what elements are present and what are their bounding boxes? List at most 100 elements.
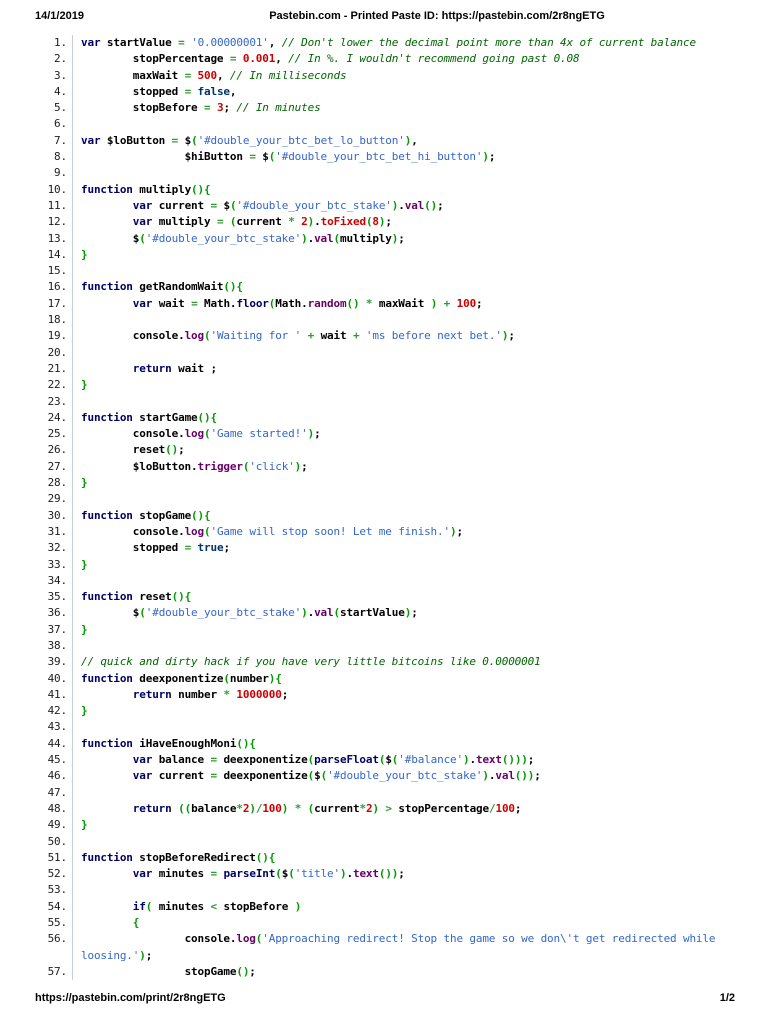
code-line: 2. stopPercentage = 0.001, // In %. I wo… <box>35 51 768 68</box>
code-line: 23. <box>35 393 768 410</box>
line-number: 2. <box>35 51 73 68</box>
code-line: 18. <box>35 312 768 329</box>
code-line: 56. console.log('Approaching redirect! S… <box>35 931 768 948</box>
line-number: 32. <box>35 540 73 557</box>
code-line: 9. <box>35 165 768 182</box>
line-number: 52. <box>35 866 73 883</box>
code-text: return number * 1000000; <box>132 687 289 701</box>
code-line: 30. function stopGame(){ <box>35 507 768 524</box>
code-text: var $loButton = $('#double_your_btc_bet_… <box>81 133 418 147</box>
line-number: 23. <box>35 393 73 410</box>
code-text: console.log('Waiting for ' + wait + 'ms … <box>132 329 515 343</box>
line-number: 44. <box>35 735 73 753</box>
code-text: } <box>81 818 88 832</box>
code-text: } <box>81 247 88 261</box>
code-text: reset(); <box>132 443 185 457</box>
code-text: function multiply(){ <box>81 182 211 196</box>
code-text: stopGame(); <box>184 964 256 978</box>
code-text: stopPercentage = 0.001, // In %. I would… <box>132 52 580 66</box>
line-number: 39. <box>35 654 73 671</box>
code-text: console.log('Approaching redirect! Stop … <box>184 932 716 946</box>
line-number: 7. <box>35 132 73 150</box>
line-number: 43. <box>35 719 73 736</box>
print-date: 14/1/2019 <box>35 10 84 22</box>
line-number: 15. <box>35 263 73 280</box>
line-number: 27. <box>35 458 73 476</box>
code-line: 4. stopped = false, <box>35 83 768 101</box>
code-text: var minutes = parseInt($('title').text()… <box>132 867 405 881</box>
line-number: 33. <box>35 556 73 573</box>
line-number: 42. <box>35 703 73 720</box>
code-line: 3. maxWait = 500, // In milliseconds <box>35 67 768 84</box>
code-line: 12. var multiply = (current * 2).toFixed… <box>35 214 768 231</box>
code-line: 44. function iHaveEnoughMoni(){ <box>35 735 768 753</box>
line-number: 9. <box>35 165 73 182</box>
code-text: var startValue = '0.00000001', // Don't … <box>81 36 696 49</box>
code-text: stopBefore = 3; // In minutes <box>132 101 321 115</box>
print-url: https://pastebin.com/print/2r8ngETG <box>35 992 226 1004</box>
code-line: 6. <box>35 116 768 133</box>
line-number: 29. <box>35 491 73 508</box>
line-number: 50. <box>35 833 73 850</box>
line-number: 30. <box>35 507 73 524</box>
code-line: 17. var wait = Math.floor(Math.random() … <box>35 295 768 313</box>
code-line: 10. function multiply(){ <box>35 181 768 198</box>
code-line: 33.} <box>35 556 768 573</box>
line-number: 10. <box>35 181 73 198</box>
code-line: 25. console.log('Game started!'); <box>35 426 768 443</box>
line-number: 4. <box>35 83 73 101</box>
code-text: console.log('Game started!'); <box>132 427 321 441</box>
code-line: 21. return wait ; <box>35 360 768 378</box>
code-line: 27. $loButton.trigger('click'); <box>35 458 768 476</box>
code-line: loosing.'); <box>35 947 768 964</box>
code-line: 34. <box>35 572 768 590</box>
page-indicator: 1/2 <box>719 992 735 1004</box>
code-line: 29. <box>35 491 768 508</box>
code-line: 54. if( minutes < stopBefore ) <box>35 898 768 916</box>
line-number: 26. <box>35 442 73 459</box>
line-number: 41. <box>35 686 73 704</box>
line-number: 45. <box>35 752 73 769</box>
line-number <box>35 947 73 964</box>
code-line: 52. var minutes = parseInt($('title').te… <box>35 866 768 883</box>
line-number: 6. <box>35 116 73 133</box>
line-number: 40. <box>35 670 73 687</box>
code-text: function iHaveEnoughMoni(){ <box>81 736 256 750</box>
line-number: 49. <box>35 817 73 834</box>
code-text: var multiply = (current * 2).toFixed(8); <box>132 215 392 229</box>
line-number: 54. <box>35 898 73 916</box>
line-number: 55. <box>35 915 73 932</box>
line-number: 13. <box>35 230 73 247</box>
line-number: 16. <box>35 279 73 296</box>
line-number: 37. <box>35 621 73 638</box>
code-text: function startGame(){ <box>81 410 217 424</box>
code-line: 11. var current = $('#double_your_btc_st… <box>35 197 768 215</box>
line-number: 18. <box>35 312 73 329</box>
line-number: 36. <box>35 605 73 622</box>
code-text: var current = deexponentize($('#double_y… <box>132 769 541 783</box>
code-text: function stopBeforeRedirect(){ <box>81 850 276 864</box>
code-line: 15. <box>35 263 768 280</box>
code-text: function reset(){ <box>81 590 192 604</box>
code-line: 47. <box>35 784 768 801</box>
code-text: stopped = false, <box>132 84 237 98</box>
code-line: 57. stopGame(); <box>35 963 768 981</box>
code-text: $hiButton = $('#double_your_btc_bet_hi_b… <box>184 150 496 164</box>
line-number: 14. <box>35 246 73 264</box>
code-text: } <box>81 557 88 571</box>
line-number: 12. <box>35 214 73 231</box>
print-footer: https://pastebin.com/print/2r8ngETG 1/2 <box>0 992 768 1008</box>
line-number: 8. <box>35 149 73 166</box>
code-line: 46. var current = deexponentize($('#doub… <box>35 768 768 785</box>
line-number: 57. <box>35 963 73 981</box>
code-line: 16. function getRandomWait(){ <box>35 279 768 296</box>
